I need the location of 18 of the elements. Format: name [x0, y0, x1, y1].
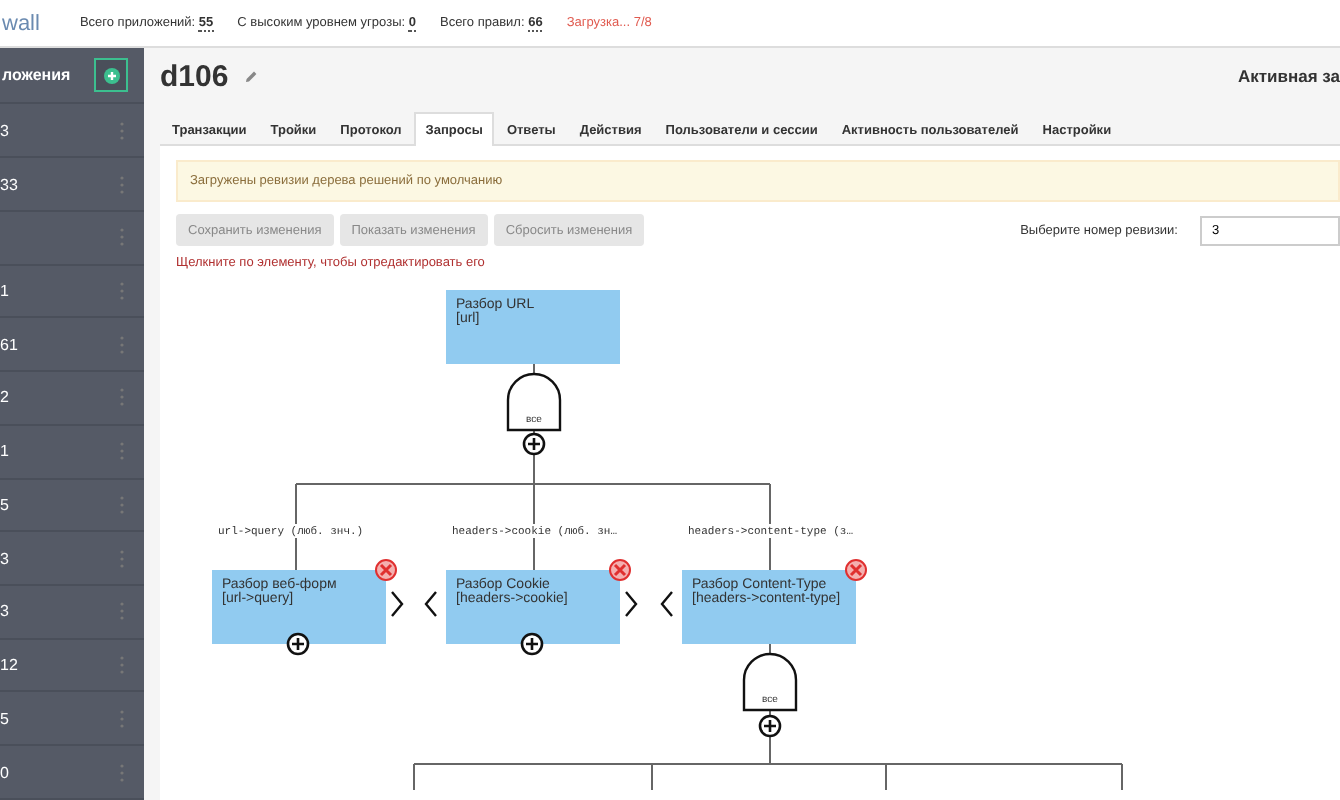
- gate-shape: [506, 372, 562, 432]
- gate-shape: [742, 652, 798, 712]
- pencil-icon[interactable]: [244, 69, 259, 83]
- plus-icon: [103, 67, 119, 84]
- chevron-right-icon[interactable]: [625, 591, 638, 617]
- chevron-right-icon[interactable]: [391, 591, 404, 617]
- app-logo[interactable]: wall: [2, 11, 40, 35]
- page-title: d106: [160, 59, 229, 93]
- add-button[interactable]: [94, 58, 128, 93]
- chevron-left-icon[interactable]: [424, 591, 437, 617]
- delete-icon[interactable]: [845, 559, 867, 581]
- chevron-left-icon[interactable]: [660, 591, 673, 617]
- add-icon[interactable]: [758, 714, 782, 738]
- delete-icon[interactable]: [375, 559, 397, 581]
- add-icon[interactable]: [522, 432, 546, 456]
- sidebar-title: ложения: [2, 66, 71, 85]
- status-title: Активная за: [1237, 66, 1340, 86]
- delete-icon[interactable]: [609, 559, 631, 581]
